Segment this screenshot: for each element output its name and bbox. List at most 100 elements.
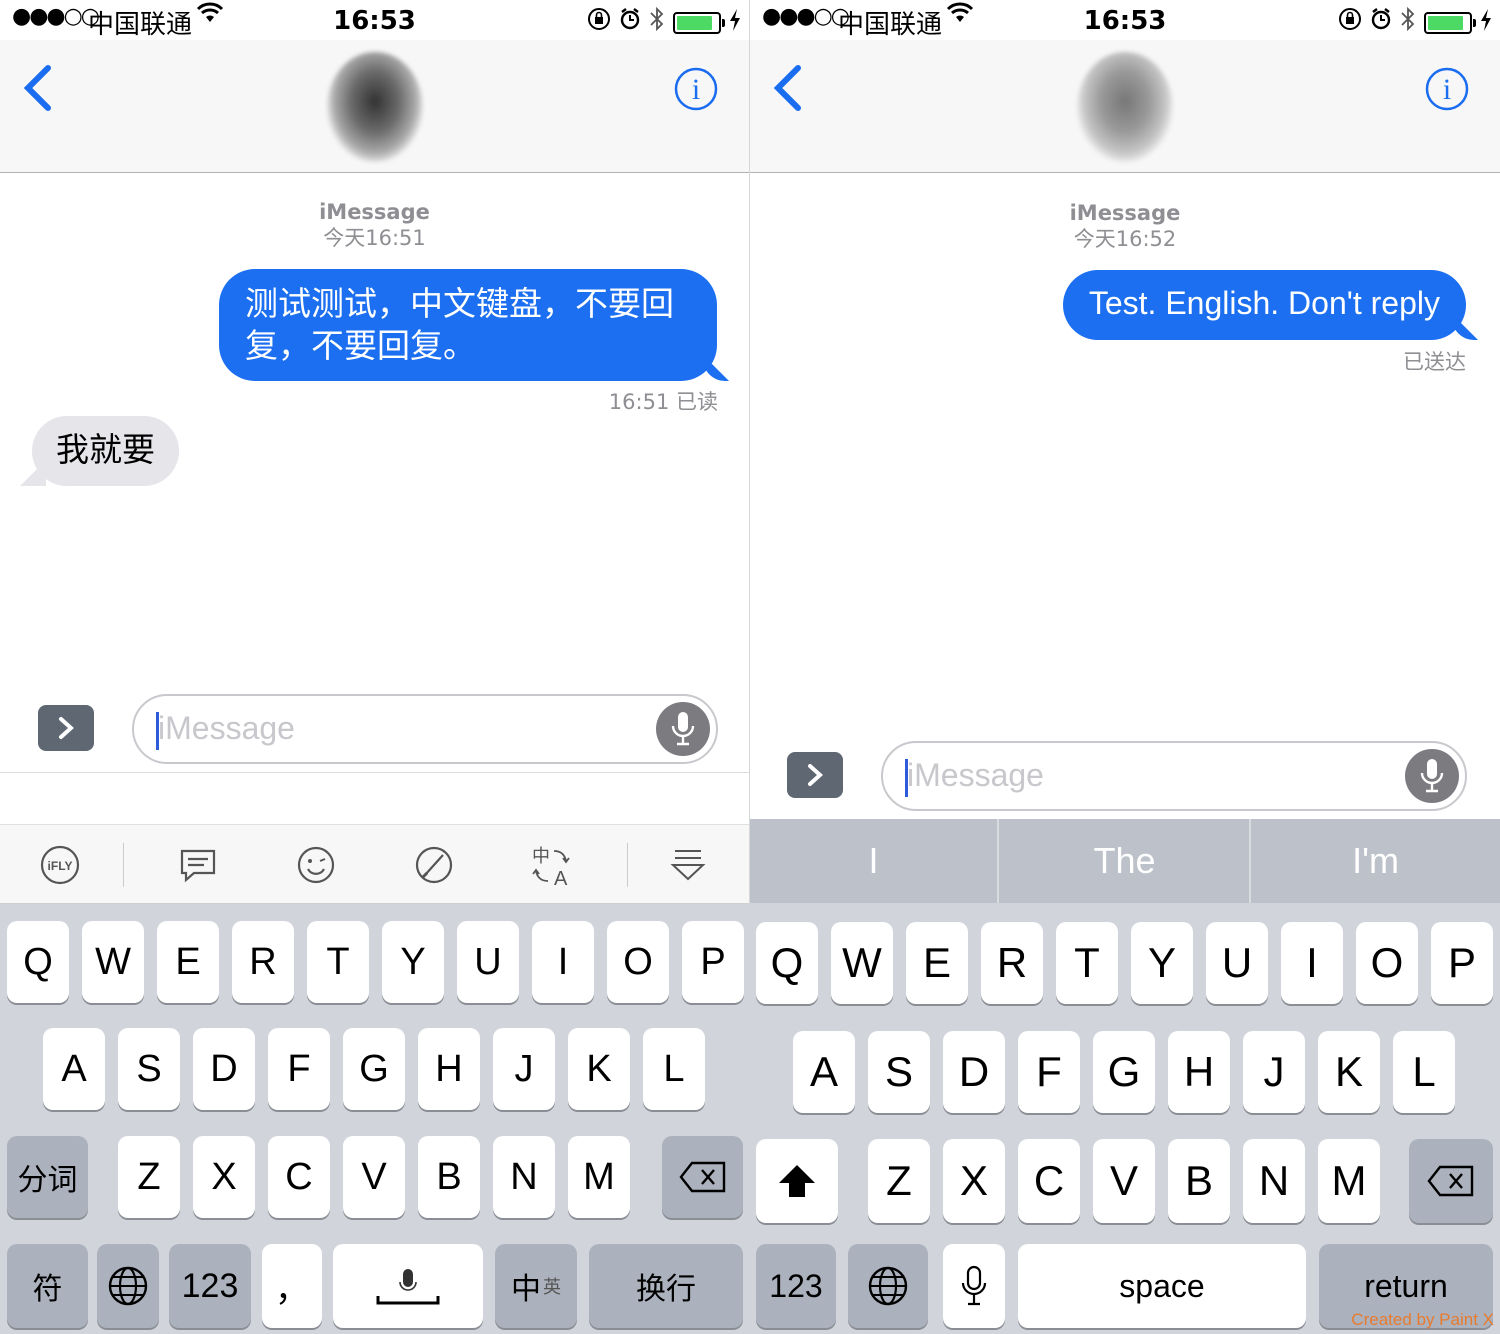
key-m[interactable]: M bbox=[568, 1136, 630, 1218]
key-g[interactable]: G bbox=[1093, 1031, 1155, 1113]
key-s[interactable]: S bbox=[868, 1031, 930, 1113]
suggestion-1[interactable]: I bbox=[750, 819, 997, 903]
message-input[interactable]: iMessage bbox=[132, 694, 718, 764]
key-r[interactable]: R bbox=[981, 922, 1043, 1004]
incoming-message-bubble[interactable]: 我就要 bbox=[32, 416, 179, 486]
info-icon-label: i bbox=[1443, 73, 1451, 106]
apps-button[interactable] bbox=[38, 705, 94, 751]
key-n[interactable]: N bbox=[493, 1136, 555, 1218]
key-c[interactable]: C bbox=[268, 1136, 330, 1218]
shift-key[interactable] bbox=[756, 1139, 838, 1223]
key-o[interactable]: O bbox=[1356, 922, 1418, 1004]
key-c[interactable]: C bbox=[1018, 1139, 1080, 1223]
info-button[interactable]: i bbox=[673, 66, 719, 116]
key-x[interactable]: X bbox=[193, 1136, 255, 1218]
handwrite-icon[interactable] bbox=[412, 843, 456, 887]
translate-zh-glyph: 中 bbox=[532, 846, 550, 867]
key-j[interactable]: J bbox=[1243, 1031, 1305, 1113]
key-f[interactable]: F bbox=[1018, 1031, 1080, 1113]
outgoing-message-bubble[interactable]: 测试测试，中文键盘，不要回复，不要回复。 bbox=[219, 269, 717, 381]
info-button[interactable]: i bbox=[1424, 66, 1470, 116]
service-label: iMessage bbox=[1069, 201, 1181, 225]
ifly-icon[interactable]: iFLY bbox=[38, 843, 82, 887]
key-b[interactable]: B bbox=[1168, 1139, 1230, 1223]
backspace-key[interactable] bbox=[662, 1136, 743, 1218]
newline-key[interactable]: 换行 bbox=[589, 1244, 743, 1328]
emoji-icon[interactable] bbox=[294, 843, 338, 887]
dictation-mic-icon[interactable] bbox=[1405, 749, 1459, 803]
key-s[interactable]: S bbox=[118, 1028, 180, 1110]
key-u[interactable]: U bbox=[1206, 922, 1268, 1004]
message-placeholder: iMessage bbox=[158, 710, 295, 746]
key-m[interactable]: M bbox=[1318, 1139, 1380, 1223]
backspace-key[interactable] bbox=[1409, 1139, 1493, 1223]
key-t[interactable]: T bbox=[1056, 922, 1118, 1004]
key-v[interactable]: V bbox=[343, 1136, 405, 1218]
key-k[interactable]: K bbox=[568, 1028, 630, 1110]
apps-button[interactable] bbox=[787, 752, 843, 798]
hide-keyboard-icon[interactable] bbox=[666, 843, 710, 887]
key-q[interactable]: Q bbox=[7, 921, 69, 1003]
key-z[interactable]: Z bbox=[118, 1136, 180, 1218]
dictation-mic-icon[interactable] bbox=[656, 702, 710, 756]
key-u[interactable]: U bbox=[457, 921, 519, 1003]
message-icon[interactable] bbox=[176, 843, 220, 887]
key-p[interactable]: P bbox=[682, 921, 744, 1003]
comma-key[interactable]: ， bbox=[262, 1244, 322, 1328]
key-w[interactable]: W bbox=[831, 922, 893, 1004]
key-a[interactable]: A bbox=[43, 1028, 105, 1110]
language-toggle-key[interactable]: 中英 bbox=[495, 1244, 577, 1328]
globe-key[interactable] bbox=[848, 1244, 928, 1328]
key-e[interactable]: E bbox=[157, 921, 219, 1003]
translate-a-glyph: A bbox=[554, 868, 568, 887]
back-button[interactable] bbox=[772, 64, 804, 116]
globe-key[interactable] bbox=[97, 1244, 159, 1328]
key-j[interactable]: J bbox=[493, 1028, 555, 1110]
key-t[interactable]: T bbox=[307, 921, 369, 1003]
conversation-timestamp: 今天16:52 bbox=[1073, 227, 1177, 251]
back-button[interactable] bbox=[22, 64, 54, 116]
key-l[interactable]: L bbox=[1393, 1031, 1455, 1113]
key-d[interactable]: D bbox=[193, 1028, 255, 1110]
key-f[interactable]: F bbox=[268, 1028, 330, 1110]
key-h[interactable]: H bbox=[1168, 1031, 1230, 1113]
key-d[interactable]: D bbox=[943, 1031, 1005, 1113]
message-input[interactable]: iMessage bbox=[881, 741, 1467, 811]
battery-icon bbox=[673, 11, 725, 34]
key-x[interactable]: X bbox=[943, 1139, 1005, 1223]
key-a[interactable]: A bbox=[793, 1031, 855, 1113]
backspace-icon bbox=[1427, 1165, 1474, 1197]
key-q[interactable]: Q bbox=[756, 922, 818, 1004]
space-key[interactable]: space bbox=[1018, 1244, 1306, 1328]
key-o[interactable]: O bbox=[607, 921, 669, 1003]
key-k[interactable]: K bbox=[1318, 1031, 1380, 1113]
dictation-key[interactable] bbox=[943, 1244, 1005, 1328]
symbol-key[interactable]: 符 bbox=[7, 1244, 88, 1328]
suggestion-3[interactable]: I'm bbox=[1251, 819, 1500, 903]
key-z[interactable]: Z bbox=[868, 1139, 930, 1223]
key-b[interactable]: B bbox=[418, 1136, 480, 1218]
key-y[interactable]: Y bbox=[1131, 922, 1193, 1004]
outgoing-message-bubble[interactable]: Test. English. Don't reply bbox=[1062, 270, 1466, 340]
contact-avatar[interactable] bbox=[326, 52, 423, 162]
translate-icon[interactable]: 中A bbox=[530, 843, 574, 887]
numbers-key[interactable]: 123 bbox=[756, 1244, 836, 1328]
key-h[interactable]: H bbox=[418, 1028, 480, 1110]
key-n[interactable]: N bbox=[1243, 1139, 1305, 1223]
bluetooth-icon bbox=[649, 6, 665, 39]
key-y[interactable]: Y bbox=[382, 921, 444, 1003]
key-l[interactable]: L bbox=[643, 1028, 705, 1110]
key-v[interactable]: V bbox=[1093, 1139, 1155, 1223]
key-e[interactable]: E bbox=[906, 922, 968, 1004]
suggestion-2[interactable]: The bbox=[999, 819, 1250, 903]
key-w[interactable]: W bbox=[82, 921, 144, 1003]
key-r[interactable]: R bbox=[232, 921, 294, 1003]
contact-avatar[interactable] bbox=[1077, 52, 1173, 162]
split-key[interactable]: 分词 bbox=[7, 1136, 88, 1218]
numbers-key[interactable]: 123 bbox=[169, 1244, 251, 1328]
key-i[interactable]: I bbox=[1281, 922, 1343, 1004]
space-key[interactable] bbox=[333, 1244, 483, 1328]
key-i[interactable]: I bbox=[532, 921, 594, 1003]
key-p[interactable]: P bbox=[1431, 922, 1493, 1004]
key-g[interactable]: G bbox=[343, 1028, 405, 1110]
